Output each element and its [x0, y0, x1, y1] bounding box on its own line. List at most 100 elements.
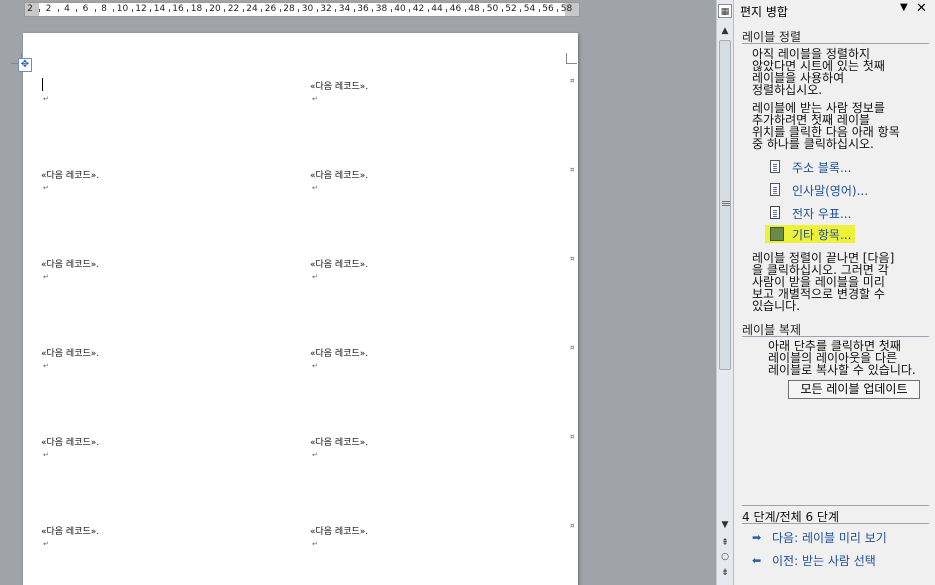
- ruler-tick-label: 16: [172, 4, 184, 14]
- ruler-tick-label: 36: [357, 4, 369, 14]
- label-next-record-field[interactable]: «다음 레코드».: [41, 168, 99, 181]
- scroll-thumb[interactable]: [719, 40, 731, 370]
- arrange-instructions: 아직 레이블을 정렬하지 않았다면 시트에 있는 첫째 레이블을 사용하여 정렬…: [752, 47, 885, 97]
- ruler-minor-tick: [316, 9, 318, 12]
- horizontal-ruler[interactable]: 2 2 4 6 8 10 12 14 16 18 20 22 24 26 28 30 32 34 36 38 40 42 4…: [24, 2, 580, 17]
- update-all-labels-button[interactable]: 모든 레이블 업데이트: [788, 380, 920, 399]
- ruler-minor-tick: [298, 9, 300, 12]
- section-divider: [742, 336, 929, 337]
- ruler-tick-label: 46: [449, 4, 462, 14]
- paragraph-mark-icon: ↵: [312, 362, 318, 370]
- label-next-record-field[interactable]: «다음 레코드».: [41, 524, 99, 537]
- ruler-tick-label: 2: [45, 4, 52, 14]
- ruler-minor-tick: [520, 9, 522, 12]
- browse-object-icon[interactable]: ○: [717, 550, 733, 564]
- paragraph-mark-icon: ↵: [43, 273, 49, 281]
- replicate-instructions: 아래 단추를 클릭하면 첫째 레이블의 레이아웃을 다른 레이블로 복사할 수 …: [768, 339, 916, 377]
- ruler-minor-tick: [131, 9, 133, 12]
- ruler-minor-tick: [187, 9, 189, 12]
- ruler-tick-label: 48: [468, 4, 480, 14]
- ruler-tick-label: 56: [542, 4, 554, 14]
- ruler-minor-tick: [113, 9, 115, 12]
- ruler-tick-label: 32: [320, 4, 332, 14]
- step-divider: [742, 505, 929, 506]
- ruler-tick-label: 12: [135, 4, 147, 14]
- label-next-record-field[interactable]: «다음 레코드».: [310, 168, 368, 181]
- ruler-minor-tick: [150, 9, 152, 12]
- ruler-tick-label: 52: [505, 4, 517, 14]
- ruler-tick-label: 24: [246, 4, 258, 14]
- postage-icon: [770, 206, 784, 220]
- ruler-minor-tick: [372, 9, 374, 12]
- ruler-tick-label: 22: [227, 4, 240, 14]
- document-area: 2 2 4 6 8 10 12 14 16 18 20 22 24 26 28 30 32 34 36 38 40 42 4…: [0, 0, 716, 585]
- ruler-minor-tick: [335, 9, 337, 12]
- crop-mark-top-right: [566, 53, 577, 64]
- ruler-tick-label: 40: [394, 4, 406, 14]
- ruler-minor-tick: [168, 9, 170, 12]
- ruler-minor-tick: [390, 9, 392, 12]
- label-next-record-field[interactable]: «다음 레코드».: [41, 346, 99, 359]
- mail-merge-task-pane: 편지 병합 ▼ ✕ 레이블 정렬 아직 레이블을 정렬하지 않았다면 시트에 있…: [733, 0, 935, 585]
- ruler-tick-label: 44: [431, 4, 443, 14]
- label-next-record-field[interactable]: «다음 레코드».: [310, 257, 368, 270]
- paragraph-mark-icon: ↵: [312, 184, 318, 192]
- ruler-tick-label: 28: [283, 4, 295, 14]
- end-of-row-mark-icon: ¤: [570, 433, 575, 441]
- previous-step-link[interactable]: ⬅ 이전: 받는 사람 선택: [752, 552, 876, 569]
- paragraph-mark-icon: ↵: [312, 540, 318, 548]
- arrow-left-icon: ⬅: [752, 554, 762, 567]
- label-next-record-field[interactable]: «다음 레코드».: [41, 257, 99, 270]
- ruler-tick-label: 58: [560, 4, 573, 14]
- text-cursor: [42, 78, 43, 91]
- scroll-up-arrow-icon[interactable]: ▲: [717, 24, 733, 38]
- more-items-link[interactable]: 기타 항목...: [765, 225, 856, 243]
- pane-close-icon[interactable]: ✕: [916, 1, 927, 16]
- ruler-tick-label: 18: [190, 4, 203, 14]
- ruler-tick-label: 54: [523, 4, 536, 14]
- paragraph-mark-icon: ↵: [43, 95, 49, 103]
- end-of-row-mark-icon: ¤: [570, 344, 575, 352]
- ruler-minor-tick: [446, 9, 448, 12]
- section-divider: [742, 43, 929, 44]
- label-next-record-field[interactable]: «다음 레코드».: [310, 79, 368, 92]
- greeting-line-link[interactable]: 인사말(영어)...: [770, 181, 868, 199]
- add-info-instructions: 레이블에 받는 사람 정보를 추가하려면 첫째 레이블 위치를 클릭한 다음 아…: [752, 101, 900, 151]
- label-next-record-field[interactable]: «다음 레코드».: [310, 435, 368, 448]
- label-next-record-field[interactable]: «다음 레코드».: [41, 435, 99, 448]
- ruler-minor-tick: [557, 9, 559, 12]
- electronic-postage-link[interactable]: 전자 우표...: [770, 204, 851, 222]
- end-of-row-mark-icon: ¤: [570, 166, 575, 174]
- end-of-row-mark-icon: ¤: [570, 255, 575, 263]
- pane-title: 편지 병합: [740, 5, 788, 19]
- ruler-toggle-icon[interactable]: ▦: [718, 4, 732, 18]
- paragraph-mark-icon: ↵: [312, 451, 318, 459]
- vertical-scrollbar[interactable]: ▦ ▲ ▼ ⇞ ○ ⇟: [716, 0, 733, 585]
- ruler-tick-label: 8: [101, 4, 107, 14]
- ruler-tick-label: 4: [64, 4, 70, 14]
- ruler-tick-label: 20: [209, 4, 221, 14]
- ruler-tick-label: 34: [338, 4, 351, 14]
- ruler-minor-tick: [464, 9, 466, 12]
- paragraph-mark-icon: ↵: [43, 451, 49, 459]
- arrow-right-icon: ➡: [752, 531, 762, 544]
- label-next-record-field[interactable]: «다음 레코드».: [310, 524, 368, 537]
- ruler-tick-label: 2: [27, 4, 33, 14]
- previous-page-icon[interactable]: ⇞: [717, 536, 733, 550]
- ruler-minor-tick: [501, 9, 503, 12]
- document-page[interactable]: [11, 33, 578, 585]
- next-step-link[interactable]: ➡ 다음: 레이블 미리 보기: [752, 529, 887, 546]
- table-move-handle-icon[interactable]: ✥: [18, 58, 32, 72]
- ruler-minor-tick: [427, 9, 429, 12]
- pane-dropdown-icon[interactable]: ▼: [900, 2, 908, 13]
- label-next-record-field[interactable]: «다음 레코드».: [310, 346, 368, 359]
- ruler-tick-label: 42: [412, 4, 425, 14]
- address-block-link[interactable]: 주소 블록...: [770, 158, 851, 176]
- scroll-down-arrow-icon[interactable]: ▼: [717, 518, 733, 532]
- ruler-minor-tick: [353, 9, 355, 12]
- finish-arranging-instructions: 레이블 정렬이 끝나면 [다음] 을 클릭하십시오. 그러면 각 사람이 받을 …: [752, 251, 895, 313]
- paragraph-mark-icon: ↵: [43, 540, 49, 548]
- ruler-tick-label: 6: [82, 4, 89, 14]
- next-page-icon[interactable]: ⇟: [717, 566, 733, 580]
- address-block-icon: [770, 160, 784, 174]
